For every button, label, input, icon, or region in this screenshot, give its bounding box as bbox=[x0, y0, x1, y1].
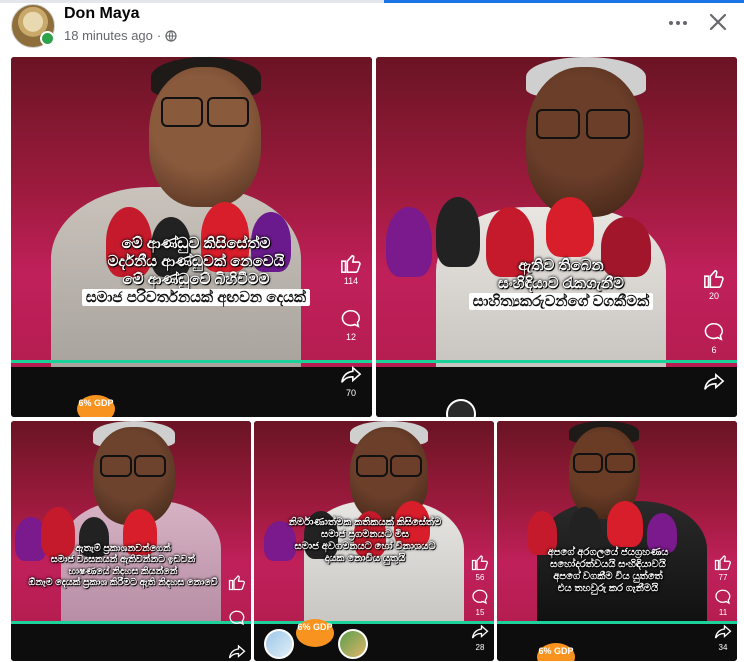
online-status-dot bbox=[40, 31, 55, 46]
comment-icon[interactable] bbox=[471, 588, 489, 606]
close-icon bbox=[709, 13, 727, 31]
top-progress-bar bbox=[0, 0, 744, 3]
like-icon[interactable] bbox=[228, 573, 246, 591]
close-button[interactable] bbox=[702, 6, 734, 38]
speaker-photo bbox=[149, 67, 261, 207]
share-count: 70 bbox=[345, 388, 356, 398]
comment-icon[interactable] bbox=[714, 588, 732, 606]
globe-icon bbox=[165, 29, 177, 42]
share-count: 34 bbox=[718, 643, 728, 652]
gdp-badge: 6% GDP bbox=[537, 643, 575, 661]
share-icon[interactable] bbox=[228, 643, 246, 661]
engagement-rail: 114 12 70 bbox=[336, 252, 366, 398]
share-count: 28 bbox=[475, 643, 485, 652]
like-count: 77 bbox=[718, 573, 728, 582]
photo-tile-5[interactable]: අපගේ අරගලයේ ජයග්‍රහණය සහෝදරත්වයයි සංහිඳි… bbox=[497, 421, 737, 661]
tile-caption: ඇතැම් ප්‍රකාශනවන්ගෙන් සමාජ ව්‍යසනයන් ඇති… bbox=[28, 543, 218, 589]
comment-count: 6 bbox=[711, 345, 717, 355]
photo-tile-4[interactable]: නිර්මාණාත්මක කතිකයක් කිසිසේත්ම සමාජ ප්‍ර… bbox=[254, 421, 494, 661]
tile-caption: නිර්මාණාත්මක කතිකයක් කිසිසේත්ම සමාජ ප්‍ර… bbox=[288, 517, 442, 564]
gdp-badge: 6% GDP bbox=[77, 395, 115, 417]
more-options-button[interactable] bbox=[662, 10, 694, 36]
gdp-badge: 6% GDP bbox=[296, 619, 334, 647]
share-icon[interactable] bbox=[714, 623, 732, 641]
comment-count: 15 bbox=[475, 608, 485, 617]
engagement-rail: 56 15 28 bbox=[468, 553, 492, 652]
comment-icon[interactable] bbox=[703, 321, 725, 343]
like-count: 114 bbox=[343, 276, 359, 286]
post-meta: 18 minutes ago · bbox=[64, 28, 177, 43]
author-avatar[interactable] bbox=[11, 4, 55, 48]
viewer-avatar bbox=[338, 629, 368, 659]
share-icon[interactable] bbox=[340, 364, 362, 386]
photo-tile-3[interactable]: ඇතැම් ප්‍රකාශනවන්ගෙන් සමාජ ව්‍යසනයන් ඇති… bbox=[11, 421, 251, 661]
more-horizontal-icon bbox=[669, 21, 673, 25]
like-icon[interactable] bbox=[471, 553, 489, 571]
like-count: 20 bbox=[708, 291, 719, 301]
like-icon[interactable] bbox=[340, 252, 362, 274]
comment-count: 11 bbox=[718, 608, 728, 617]
engagement-rail: 20 6 bbox=[699, 267, 729, 393]
comment-count: 12 bbox=[345, 332, 356, 342]
author-name[interactable]: Don Maya bbox=[64, 5, 140, 23]
tile-caption: අපගේ අරගලයේ ජයග්‍රහණය සහෝදරත්වයයි සංහිඳි… bbox=[547, 547, 669, 594]
photo-tile-2[interactable]: ඇතිව තිබෙන සංහිඳියාව රැකගැනීම සාහිත්‍යකර… bbox=[376, 57, 737, 417]
post-timestamp[interactable]: 18 minutes ago bbox=[64, 28, 153, 43]
comment-icon[interactable] bbox=[340, 308, 362, 330]
tile-caption: ඇතිව තිබෙන සංහිඳියාව රැකගැනීම සාහිත්‍යකර… bbox=[436, 257, 686, 311]
like-icon[interactable] bbox=[714, 553, 732, 571]
tile-caption: මේ ආණ්ඩුව කිසිසේත්ම මර්දනීය ආණ්ඩුවක් නෙව… bbox=[51, 235, 341, 307]
share-icon[interactable] bbox=[703, 371, 725, 393]
like-icon[interactable] bbox=[703, 267, 725, 289]
engagement-rail bbox=[225, 573, 249, 661]
share-icon[interactable] bbox=[471, 623, 489, 641]
like-count: 56 bbox=[475, 573, 485, 582]
comment-icon[interactable] bbox=[228, 609, 246, 627]
photo-tile-1[interactable]: මේ ආණ්ඩුව කිසිසේත්ම මර්දනීය ආණ්ඩුවක් නෙව… bbox=[11, 57, 372, 417]
engagement-rail: 77 11 34 bbox=[711, 553, 735, 652]
viewer-avatar bbox=[264, 629, 294, 659]
speaker-photo bbox=[526, 67, 644, 217]
